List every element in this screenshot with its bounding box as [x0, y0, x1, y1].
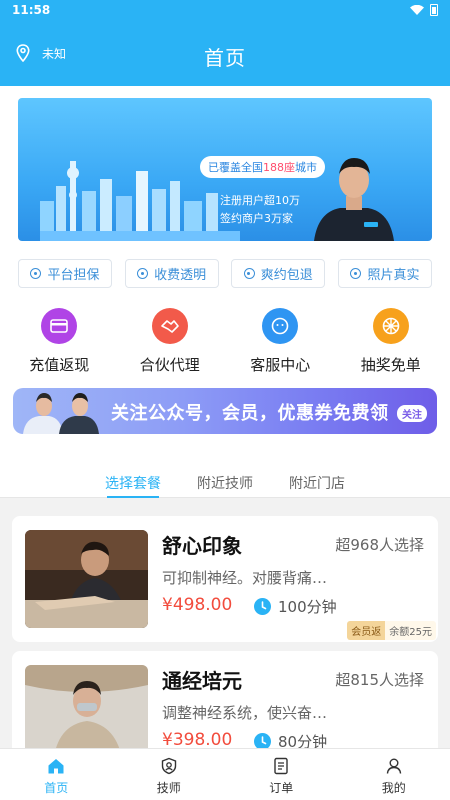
wifi-icon [410, 5, 424, 15]
feature-label: 客服中心 [250, 356, 311, 374]
feature-partner-agent[interactable]: 合伙代理 [120, 308, 220, 375]
member-cashback-badge: 会员返 余额25元 [347, 621, 436, 640]
prize-wheel-icon [372, 308, 409, 344]
money-icon [137, 268, 149, 279]
nav-label: 首页 [44, 781, 69, 795]
package-selection-count: 超968人选择 [335, 536, 424, 554]
status-icons [410, 4, 438, 16]
banner-users-text: 注册用户超10万 [220, 194, 300, 207]
promo-people-image [23, 393, 99, 434]
page-title: 首页 [204, 46, 246, 70]
list-tabs: 选择套餐 附近技师 附近门店 [0, 458, 450, 498]
feature-label: 合伙代理 [139, 356, 200, 374]
clock-icon [254, 598, 271, 615]
card-icon [41, 308, 78, 344]
status-bar: 11:58 [0, 0, 450, 20]
package-duration: 100分钟 [254, 596, 337, 617]
chat-bubble-icon [262, 308, 299, 344]
city-skyline-illustration [40, 161, 240, 241]
package-title: 通经培元 [162, 669, 242, 693]
feature-lucky-draw[interactable]: 抽奖免单 [341, 308, 441, 375]
member-tag: 会员返 [347, 621, 386, 640]
chip-real-photos[interactable]: 照片真实 [337, 259, 432, 288]
feature-customer-service[interactable]: 客服中心 [230, 308, 330, 375]
chip-label: 爽约包退 [260, 268, 313, 283]
refund-icon [243, 268, 255, 279]
chip-transparent-fees[interactable]: 收费透明 [124, 259, 219, 288]
package-price: ¥498.00 [162, 595, 233, 615]
feature-grid: 充值返现 合伙代理 客服中心 抽奖免单 [0, 308, 450, 375]
nav-label: 技师 [156, 781, 181, 795]
feature-label: 充值返现 [29, 356, 90, 374]
chip-refund-on-noshow[interactable]: 爽约包退 [231, 259, 326, 288]
bottom-nav: 首页 技师 订单 我的 [0, 748, 450, 800]
tab-nearby-stores[interactable]: 附近门店 [289, 458, 345, 497]
follow-promo-banner[interactable]: 关注公众号，会员，优惠券免费领 关注 [13, 388, 437, 434]
battery-icon [430, 4, 438, 16]
tab-nearby-therapists[interactable]: 附近技师 [197, 458, 253, 497]
nav-label: 我的 [381, 781, 406, 795]
package-description: 调整神经系统，使兴奋… [162, 704, 328, 722]
chip-label: 收费透明 [154, 268, 207, 283]
nav-home[interactable]: 首页 [16, 749, 96, 800]
nav-bar: 未知 首页 [0, 20, 450, 86]
feature-label: 抽奖免单 [360, 356, 421, 374]
package-selection-count: 超815人选择 [335, 671, 424, 689]
package-title: 舒心印象 [162, 534, 242, 558]
feature-recharge-cashback[interactable]: 充值返现 [9, 308, 109, 375]
shield-icon [30, 268, 42, 279]
handshake-icon [151, 308, 188, 344]
duration-text: 100分钟 [278, 598, 337, 616]
member-value: 余额25元 [385, 621, 436, 640]
chip-label: 照片真实 [367, 268, 420, 283]
promo-text: 关注公众号，会员，优惠券免费领 [111, 403, 389, 424]
nav-profile[interactable]: 我的 [354, 749, 434, 800]
guarantee-chips: 平台担保 收费透明 爽约包退 照片真实 [18, 259, 432, 288]
package-card[interactable]: 舒心印象 超968人选择 可抑制神经。对腰背痛… ¥498.00 100分钟 会… [12, 516, 438, 642]
chip-label: 平台担保 [47, 268, 100, 283]
check-shield-icon [350, 268, 362, 279]
tab-select-package[interactable]: 选择套餐 [105, 458, 161, 498]
therapist-badge-icon [161, 757, 176, 775]
chip-platform-guarantee[interactable]: 平台担保 [18, 259, 112, 288]
app-header: 11:58 未知 首页 [0, 0, 450, 86]
coverage-count: 188座 [263, 161, 295, 174]
order-list-icon [274, 757, 288, 775]
nav-orders[interactable]: 订单 [241, 749, 321, 800]
package-price: ¥398.00 [162, 730, 233, 750]
hero-banner[interactable]: 已覆盖全国188座城市 注册用户超10万 签约商户3万家 [18, 98, 432, 241]
nav-therapists[interactable]: 技师 [129, 749, 209, 800]
nav-label: 订单 [269, 781, 294, 795]
coverage-prefix: 已覆盖全国 [208, 161, 263, 174]
package-description: 可抑制神经。对腰背痛… [162, 569, 328, 587]
banner-merchants-text: 签约商户3万家 [220, 212, 293, 225]
home-top-section: 已覆盖全国188座城市 注册用户超10万 签约商户3万家 平台担保 收费透明 爽… [0, 86, 450, 496]
user-icon [386, 758, 401, 774]
package-photo [25, 530, 148, 628]
spokesperson-image [314, 158, 394, 241]
home-icon [48, 759, 64, 774]
status-time: 11:58 [12, 3, 51, 17]
follow-button[interactable]: 关注 [397, 405, 427, 422]
